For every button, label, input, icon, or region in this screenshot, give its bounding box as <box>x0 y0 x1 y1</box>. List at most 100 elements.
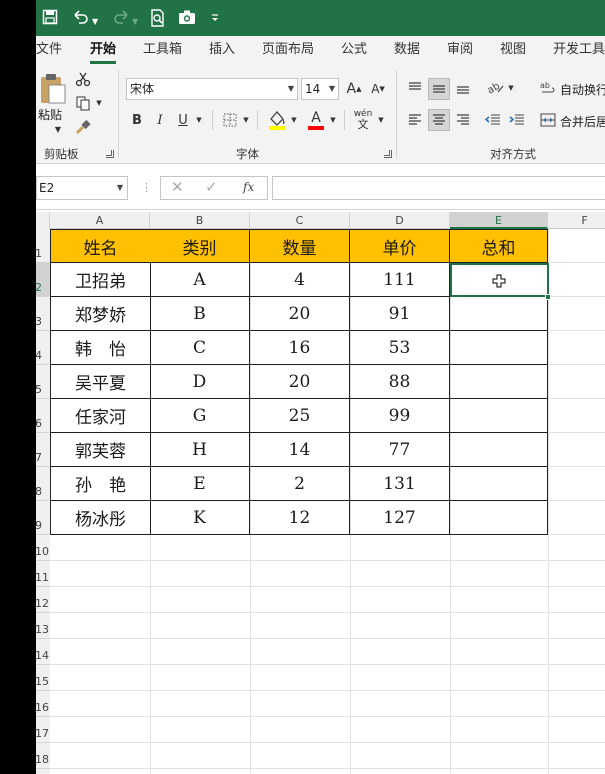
cell-name[interactable]: 杨冰彤 <box>50 501 151 535</box>
bold-button[interactable]: B <box>128 110 146 130</box>
cell-quantity[interactable]: 2 <box>250 467 350 501</box>
cell-unit-price[interactable]: 77 <box>350 433 450 467</box>
row-header[interactable]: 9 <box>36 501 50 535</box>
insert-function-icon[interactable]: fx <box>243 180 254 194</box>
print-preview-icon[interactable] <box>150 9 166 27</box>
wrap-text-label[interactable]: 自动换行 <box>560 81 605 98</box>
cell-name[interactable]: 吴平夏 <box>50 365 151 399</box>
save-icon[interactable] <box>42 9 58 27</box>
tab-page-layout[interactable]: 页面布局 <box>262 40 314 60</box>
cell-quantity[interactable]: 16 <box>250 331 350 365</box>
wrap-text-icon[interactable]: ab <box>540 78 556 98</box>
enter-icon[interactable]: ✓ <box>205 178 218 196</box>
align-center-icon[interactable] <box>428 109 450 131</box>
cell-total[interactable] <box>450 331 548 365</box>
format-painter-icon[interactable] <box>74 118 92 136</box>
underline-button[interactable]: U <box>174 110 192 130</box>
row-header[interactable]: 8 <box>36 467 50 501</box>
cell-total[interactable] <box>450 399 548 433</box>
fill-color-dropdown-icon[interactable]: ▼ <box>289 114 299 126</box>
row-header[interactable]: 5 <box>36 365 50 399</box>
cell-total[interactable] <box>450 501 548 535</box>
customize-toolbar-icon[interactable] <box>210 9 220 27</box>
font-name-select[interactable]: 宋体 ▼ <box>126 78 298 100</box>
align-bottom-icon[interactable] <box>454 78 472 98</box>
row-header[interactable]: 4 <box>36 331 50 365</box>
worksheet[interactable]: A B C D E F 1234567891011121314151617181… <box>0 212 605 774</box>
formula-bar-grip-icon[interactable]: ⋮ <box>141 178 152 198</box>
header-cell-category[interactable]: 类别 <box>150 229 250 263</box>
underline-dropdown-icon[interactable]: ▼ <box>194 114 204 126</box>
column-header-a[interactable]: A <box>50 212 150 229</box>
increase-font-button[interactable]: A ▲ <box>345 78 363 100</box>
cell-category[interactable]: A <box>150 263 250 297</box>
cell-name[interactable]: 孙 艳 <box>50 467 151 501</box>
cell-quantity[interactable]: 14 <box>250 433 350 467</box>
clipboard-launcher-icon[interactable] <box>106 150 114 158</box>
header-cell-name[interactable]: 姓名 <box>50 229 151 263</box>
cell-name[interactable]: 卫招弟 <box>50 263 151 297</box>
cell-unit-price[interactable]: 99 <box>350 399 450 433</box>
tab-home[interactable]: 开始 <box>90 40 116 60</box>
font-size-select[interactable]: 14 ▼ <box>301 78 339 100</box>
paste-label[interactable]: 粘贴 <box>38 106 62 123</box>
cell-total[interactable] <box>450 433 548 467</box>
row-header[interactable]: 3 <box>36 297 50 331</box>
cell-name[interactable]: 郭芙蓉 <box>50 433 151 467</box>
font-color-button[interactable]: A <box>306 108 326 132</box>
name-box[interactable]: E2 ▼ <box>36 176 128 200</box>
cell-category[interactable]: K <box>150 501 250 535</box>
cell-total[interactable] <box>450 467 548 501</box>
row-header[interactable]: 19 <box>36 769 50 774</box>
cell-quantity[interactable]: 12 <box>250 501 350 535</box>
cell-quantity[interactable]: 20 <box>250 297 350 331</box>
row-header[interactable]: 1 <box>36 229 50 263</box>
cell-category[interactable]: D <box>150 365 250 399</box>
orientation-dropdown-icon[interactable]: ▼ <box>506 82 516 94</box>
cell-category[interactable]: E <box>150 467 250 501</box>
row-header[interactable]: 16 <box>36 691 50 717</box>
cell-category[interactable]: C <box>150 331 250 365</box>
merge-center-label[interactable]: 合并后居 <box>560 113 605 130</box>
font-color-dropdown-icon[interactable]: ▼ <box>328 114 338 126</box>
paste-icon[interactable] <box>36 72 68 106</box>
column-header-f[interactable]: F <box>548 212 605 229</box>
tab-developer[interactable]: 开发工具 <box>553 40 605 60</box>
decrease-font-button[interactable]: A ▼ <box>369 78 387 100</box>
cut-icon[interactable] <box>74 70 92 88</box>
cell-name[interactable]: 任家河 <box>50 399 151 433</box>
tab-data[interactable]: 数据 <box>394 40 420 60</box>
header-cell-unit-price[interactable]: 单价 <box>350 229 450 263</box>
undo-icon[interactable] <box>72 9 90 27</box>
row-header[interactable]: 17 <box>36 717 50 743</box>
column-header-d[interactable]: D <box>350 212 450 229</box>
borders-dropdown-icon[interactable]: ▼ <box>241 114 251 126</box>
row-header[interactable]: 7 <box>36 433 50 467</box>
tab-view[interactable]: 视图 <box>500 40 526 60</box>
italic-button[interactable]: I <box>151 110 169 130</box>
cell-unit-price[interactable]: 131 <box>350 467 450 501</box>
align-middle-icon[interactable] <box>428 78 450 100</box>
cancel-icon[interactable]: ✕ <box>171 178 184 196</box>
borders-icon[interactable] <box>220 110 240 130</box>
phonetic-dropdown-icon[interactable]: ▼ <box>376 114 386 126</box>
paste-dropdown-icon[interactable]: ▼ <box>52 124 64 134</box>
tab-formulas[interactable]: 公式 <box>341 40 367 60</box>
fill-color-icon[interactable] <box>266 108 288 132</box>
copy-icon[interactable] <box>74 94 92 112</box>
column-header-e[interactable]: E <box>450 212 548 229</box>
select-all-corner[interactable] <box>36 212 50 229</box>
fill-handle[interactable] <box>545 294 551 300</box>
phonetic-button[interactable]: wén 文 <box>352 108 374 132</box>
tab-review[interactable]: 审阅 <box>447 40 473 60</box>
increase-indent-icon[interactable] <box>508 110 526 130</box>
cell-quantity[interactable]: 25 <box>250 399 350 433</box>
row-header[interactable]: 11 <box>36 561 50 587</box>
font-launcher-icon[interactable] <box>384 150 392 158</box>
merge-center-icon[interactable] <box>540 110 556 130</box>
cell-category[interactable]: H <box>150 433 250 467</box>
cell-total[interactable] <box>450 297 548 331</box>
row-header[interactable]: 2 <box>36 263 50 297</box>
tab-file[interactable]: 文件 <box>36 40 62 60</box>
row-header[interactable]: 6 <box>36 399 50 433</box>
